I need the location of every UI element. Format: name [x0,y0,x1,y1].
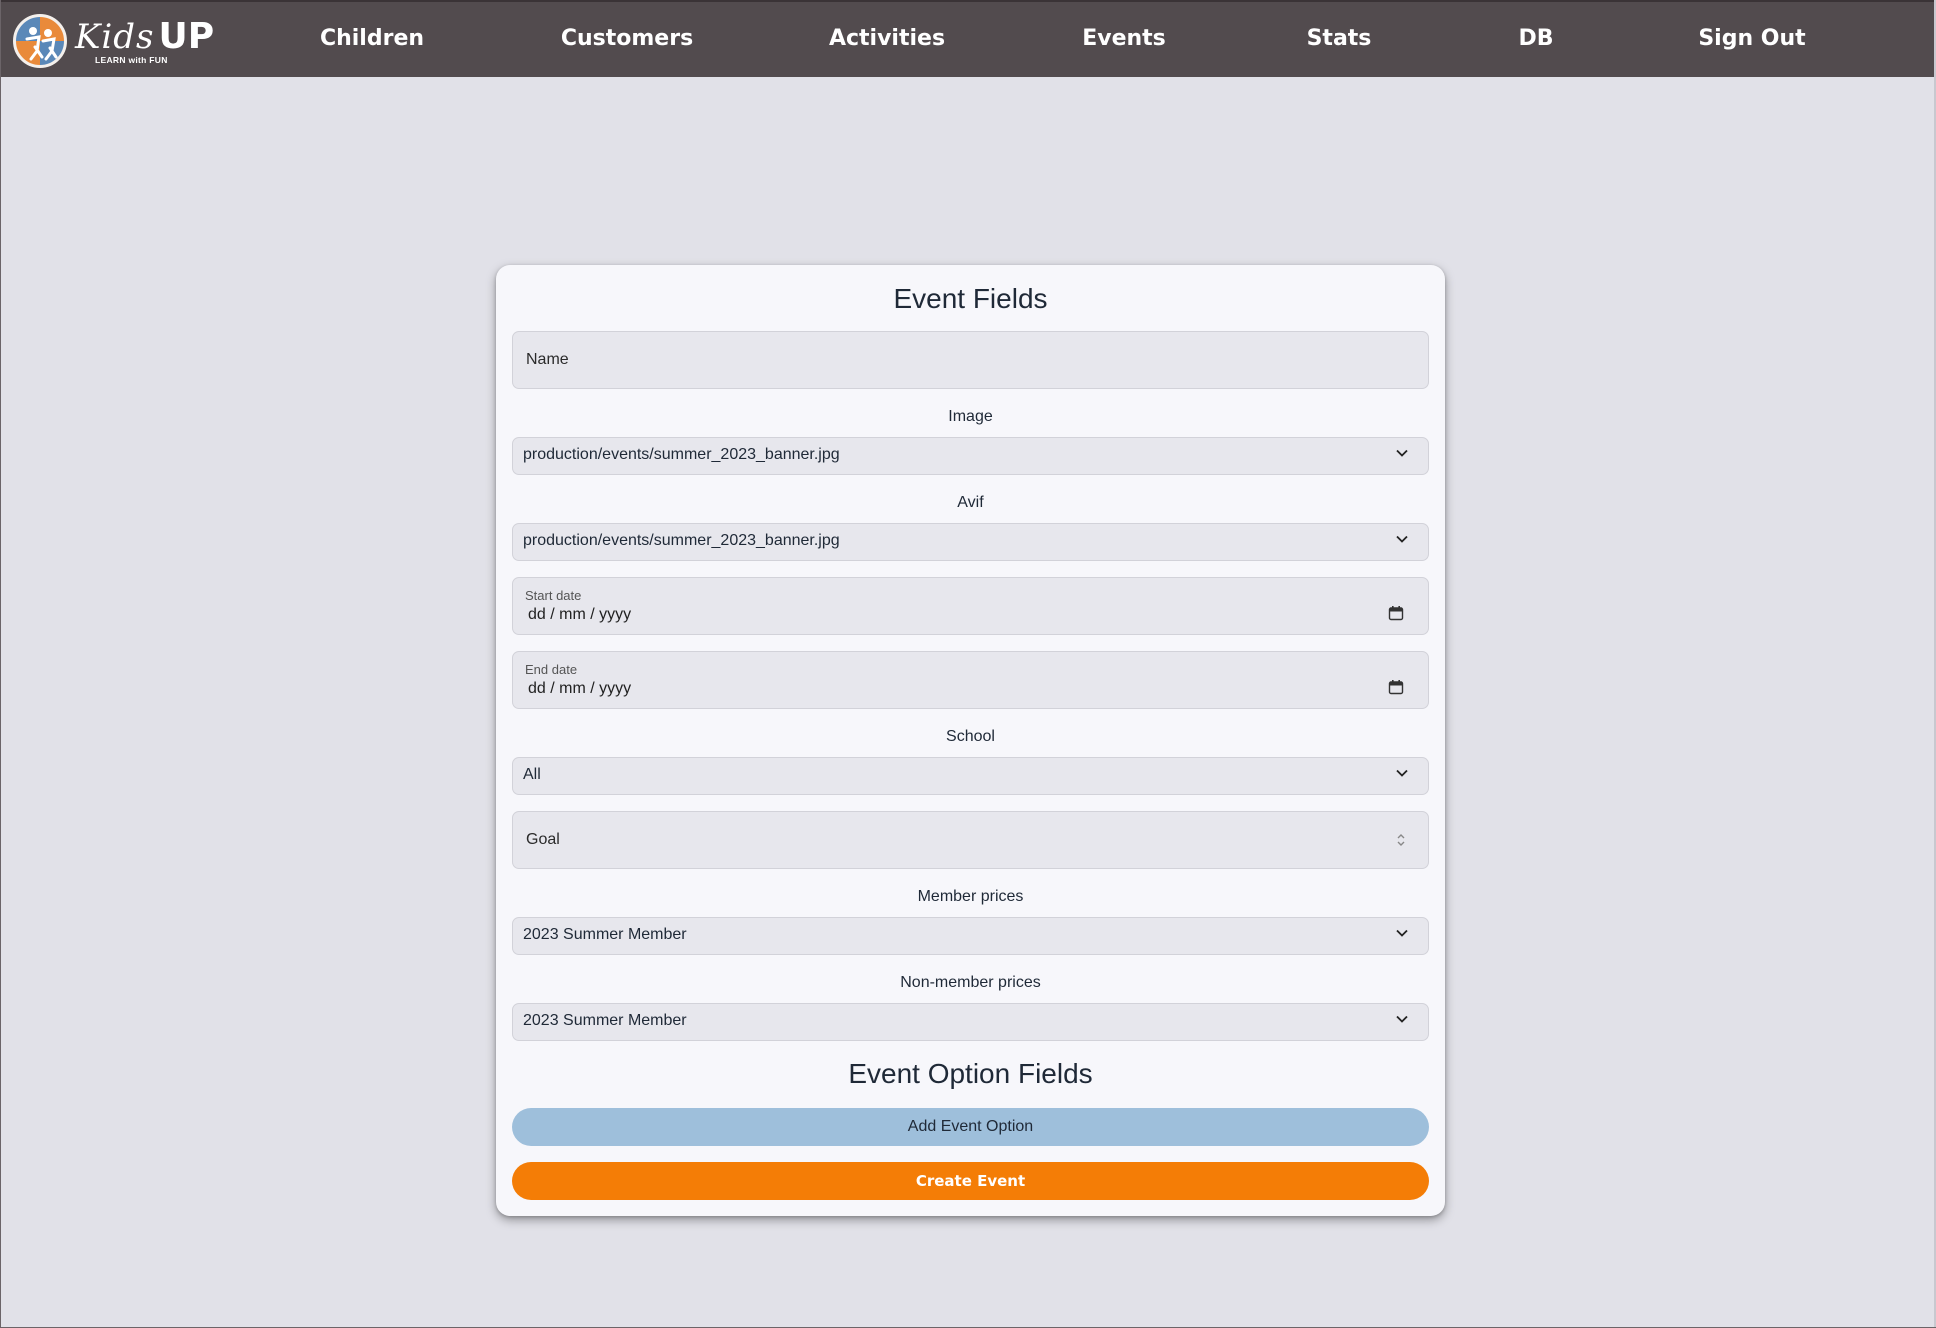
nav-events[interactable]: Events [1082,26,1166,51]
chevron-down-icon [1396,929,1408,937]
nav-stats[interactable]: Stats [1307,26,1372,51]
event-option-fields-title: Event Option Fields [848,1058,1093,1089]
goal-input[interactable]: Goal [512,811,1429,869]
nav-sign-out[interactable]: Sign Out [1698,26,1805,51]
non-member-prices-select[interactable]: 2023 Summer Member [512,1003,1429,1041]
nav-activities[interactable]: Activities [829,26,945,51]
non-member-prices-label: Non-member prices [900,974,1041,991]
school-label: School [946,728,995,745]
calendar-icon[interactable] [1388,679,1404,695]
nav-children[interactable]: Children [320,26,424,51]
avif-select[interactable]: production/events/summer_2023_banner.jpg [512,523,1429,561]
image-select[interactable]: production/events/summer_2023_banner.jpg [512,437,1429,475]
end-date-value: dd / mm / yyyy [528,680,632,697]
name-input[interactable]: Name [512,331,1429,389]
event-fields-title: Event Fields [893,283,1048,314]
non-member-prices-selected-value: 2023 Summer Member [523,1012,687,1029]
member-prices-select[interactable]: 2023 Summer Member [512,917,1429,955]
add-event-option-button[interactable]: Add Event Option [512,1108,1429,1146]
nav-db[interactable]: DB [1518,26,1553,51]
window-left-border [0,0,1,1328]
main-nav: Children Customers Activities Events Sta… [1,2,1936,79]
nav-customers[interactable]: Customers [561,26,693,51]
start-date-label: Start date [525,588,582,603]
member-prices-label: Member prices [917,888,1024,905]
top-navbar: Kids UP LEARN with FUN Children Customers… [0,0,1936,77]
member-prices-selected-value: 2023 Summer Member [523,926,687,943]
end-date-input[interactable]: End date dd / mm / yyyy [512,651,1429,709]
calendar-icon[interactable] [1388,605,1404,621]
school-select[interactable]: All [512,757,1429,795]
chevron-down-icon [1396,535,1408,543]
image-selected-value: production/events/summer_2023_banner.jpg [523,446,840,463]
image-label: Image [948,408,993,425]
chevron-down-icon [1396,769,1408,777]
create-event-button[interactable]: Create Event [512,1162,1429,1200]
end-date-label: End date [525,662,578,677]
chevron-down-icon [1396,449,1408,457]
number-spinner-icon[interactable] [1396,832,1406,848]
avif-label: Avif [957,494,984,511]
goal-placeholder: Goal [526,831,560,848]
event-form-card: Event Fields Name Image production/event… [496,265,1445,1216]
start-date-input[interactable]: Start date dd / mm / yyyy [512,577,1429,635]
name-placeholder: Name [526,351,569,368]
school-selected-value: All [523,766,541,783]
start-date-value: dd / mm / yyyy [528,606,632,623]
chevron-down-icon [1396,1015,1408,1023]
avif-selected-value: production/events/summer_2023_banner.jpg [523,532,840,549]
